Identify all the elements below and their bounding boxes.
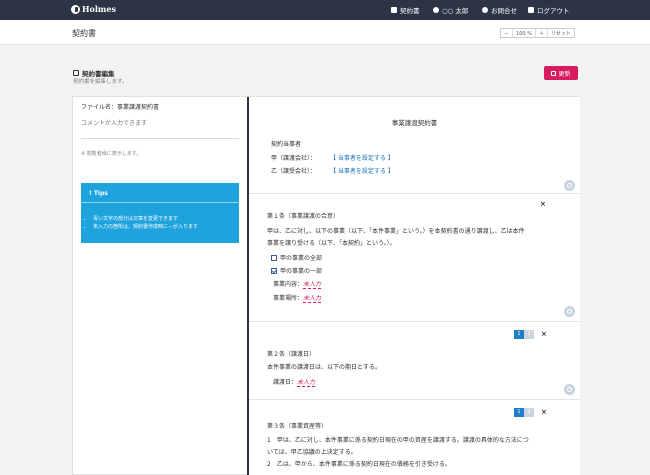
nav-logout[interactable]: ログアウト <box>528 5 570 15</box>
document-icon <box>391 7 397 13</box>
close-icon[interactable]: × <box>541 330 547 338</box>
close-icon[interactable]: × <box>540 200 546 208</box>
pager-page-1[interactable]: 1 <box>514 330 524 339</box>
set-party-b-link[interactable]: 【 当事者を設定する 】 <box>330 166 394 175</box>
article-3-section: 1 2 × 第３条（事業資産等） 1 甲は、乙に対し、本件事業に係る契約日現在の… <box>249 400 580 475</box>
pager-page-2[interactable]: 2 <box>524 408 534 417</box>
zoom-value: 100 % <box>513 29 536 37</box>
logo-text: Holmes <box>82 4 116 14</box>
edit-subtitle: 契約書を編集します。 <box>73 79 128 85</box>
checkbox-checked[interactable] <box>271 268 277 274</box>
article-1-heading: 第１条（事業譲渡の合意） <box>267 213 340 220</box>
page-title: 契約書 <box>72 29 96 38</box>
comment-note: ※ 閲覧者様に表示します。 <box>81 151 142 157</box>
settings-icon[interactable] <box>564 180 575 191</box>
business-place-row: 事業場所：未入力 <box>273 293 322 303</box>
business-content-row: 事業内容：未入力 <box>273 279 322 289</box>
article-2-section: 1 2 × 第２条（譲渡日） 本件事業の譲渡日は、以下の期日とする。 譲渡日：未… <box>249 322 580 400</box>
article-2-line: 本件事業の譲渡日は、以下の期日とする。 <box>267 364 381 371</box>
holmes-logo-icon <box>71 4 80 14</box>
settings-icon[interactable] <box>564 306 575 317</box>
article-1-line: 甲は、乙に対し、以下の事業（以下、「本件事業」という。）を本契約書の通り譲渡し、… <box>267 228 525 235</box>
business-place-label: 事業場所： <box>273 295 304 302</box>
pager-page-2[interactable]: 2 <box>524 330 534 339</box>
option-all-label: 甲の事業の全部 <box>280 255 323 262</box>
set-party-a-link[interactable]: 【 当事者を設定する 】 <box>330 153 394 162</box>
business-content-label: 事業内容： <box>273 281 304 288</box>
checkbox-unchecked[interactable] <box>271 255 277 261</box>
article-3-line: 2 乙は、甲から、本件事業に係る契約日現在の債務を引き受ける。 <box>267 461 451 468</box>
update-button[interactable]: 更新 <box>544 66 578 80</box>
article-3-heading: 第３条（事業資産等） <box>267 423 328 430</box>
logout-icon <box>528 7 534 13</box>
party-a-label: 甲（譲渡会社）： <box>271 155 317 162</box>
nav-contracts-label: 契約書 <box>400 7 420 15</box>
parties-label: 契約当事者 <box>271 141 302 148</box>
article-2-heading: 第２条（譲渡日） <box>267 351 316 358</box>
article-3-line: いては、甲乙協議の上決定する。 <box>267 449 357 456</box>
left-column: ファイル名：事業譲渡契約書 ※ 閲覧者様に表示します。 ! Tips 青い文字の… <box>73 97 247 475</box>
nav-user-label: ○○ 太郎 <box>442 7 469 15</box>
tips-box: ! Tips 青い文字の部分は文章を変更できます 未入力の箇所は、契約書作成時に… <box>81 183 239 243</box>
option-part-label: 甲の事業の一部 <box>280 268 323 275</box>
business-content-input[interactable]: 未入力 <box>303 281 322 289</box>
option-part[interactable]: 甲の事業の一部 <box>271 266 322 275</box>
business-place-input[interactable]: 未入力 <box>303 295 322 303</box>
comment-input[interactable] <box>81 115 239 139</box>
user-icon <box>433 7 439 13</box>
nav-logout-label: ログアウト <box>537 7 570 15</box>
pager: 1 2 <box>514 330 534 339</box>
close-icon[interactable]: × <box>541 408 547 416</box>
transfer-date-row: 譲渡日：未入力 <box>273 377 316 387</box>
nav-contact-label: お問合せ <box>491 7 517 15</box>
chat-icon <box>482 7 488 13</box>
doc-title: 事業譲渡契約書 <box>391 119 438 127</box>
zoom-out-button[interactable]: － <box>501 29 514 37</box>
pager-page-1[interactable]: 1 <box>514 408 524 417</box>
party-b-label: 乙（譲受会社）： <box>271 168 317 175</box>
document-preview: 事業譲渡契約書 契約当事者 甲（譲渡会社）： 【 当事者を設定する 】 乙（譲受… <box>249 97 580 475</box>
page-header: 契約書 － 100 % ＋ リセット <box>0 20 650 45</box>
tips-divider <box>81 202 239 203</box>
settings-icon[interactable] <box>564 384 575 395</box>
article-1-line: 事業を譲り受ける（以下、「本契約」という。）。 <box>267 240 396 247</box>
tips-title: ! Tips <box>89 190 108 197</box>
check-icon <box>551 70 557 76</box>
update-label: 更新 <box>558 70 571 78</box>
transfer-date-input[interactable]: 未入力 <box>297 379 316 387</box>
top-navbar: Holmes 契約書 ○○ 太郎 お問合せ ログアウト <box>0 0 650 20</box>
option-all[interactable]: 甲の事業の全部 <box>271 253 322 262</box>
zoom-control: － 100 % ＋ リセット <box>500 28 575 38</box>
tips-list: 青い文字の部分は文章を変更できます 未入力の箇所は、契約書作成時に－が入ります <box>93 215 198 231</box>
edit-icon <box>73 70 79 76</box>
nav-contact[interactable]: お問合せ <box>482 5 517 15</box>
file-name: ファイル名：事業譲渡契約書 <box>81 104 160 111</box>
tips-item: 未入力の箇所は、契約書作成時に－が入ります <box>93 223 198 231</box>
article-1-section: × 第１条（事業譲渡の合意） 甲は、乙に対し、以下の事業（以下、「本件事業」とい… <box>249 194 580 322</box>
editor-panel: ファイル名：事業譲渡契約書 ※ 閲覧者様に表示します。 ! Tips 青い文字の… <box>72 96 580 475</box>
transfer-date-label: 譲渡日： <box>273 379 298 386</box>
zoom-in-button[interactable]: ＋ <box>536 29 548 37</box>
article-3-line: 1 甲は、乙に対し、本件事業に係る契約日現在の甲の資産を譲渡する。譲渡の具体的な… <box>267 437 529 444</box>
pager: 1 2 <box>514 408 534 417</box>
tips-item: 青い文字の部分は文章を変更できます <box>93 215 198 223</box>
logo[interactable]: Holmes <box>71 4 116 14</box>
nav-contracts[interactable]: 契約書 <box>391 5 420 15</box>
zoom-reset-button[interactable]: リセット <box>548 29 574 37</box>
nav-user[interactable]: ○○ 太郎 <box>433 5 468 15</box>
doc-header-section: 事業譲渡契約書 契約当事者 甲（譲渡会社）： 【 当事者を設定する 】 乙（譲受… <box>249 97 580 194</box>
